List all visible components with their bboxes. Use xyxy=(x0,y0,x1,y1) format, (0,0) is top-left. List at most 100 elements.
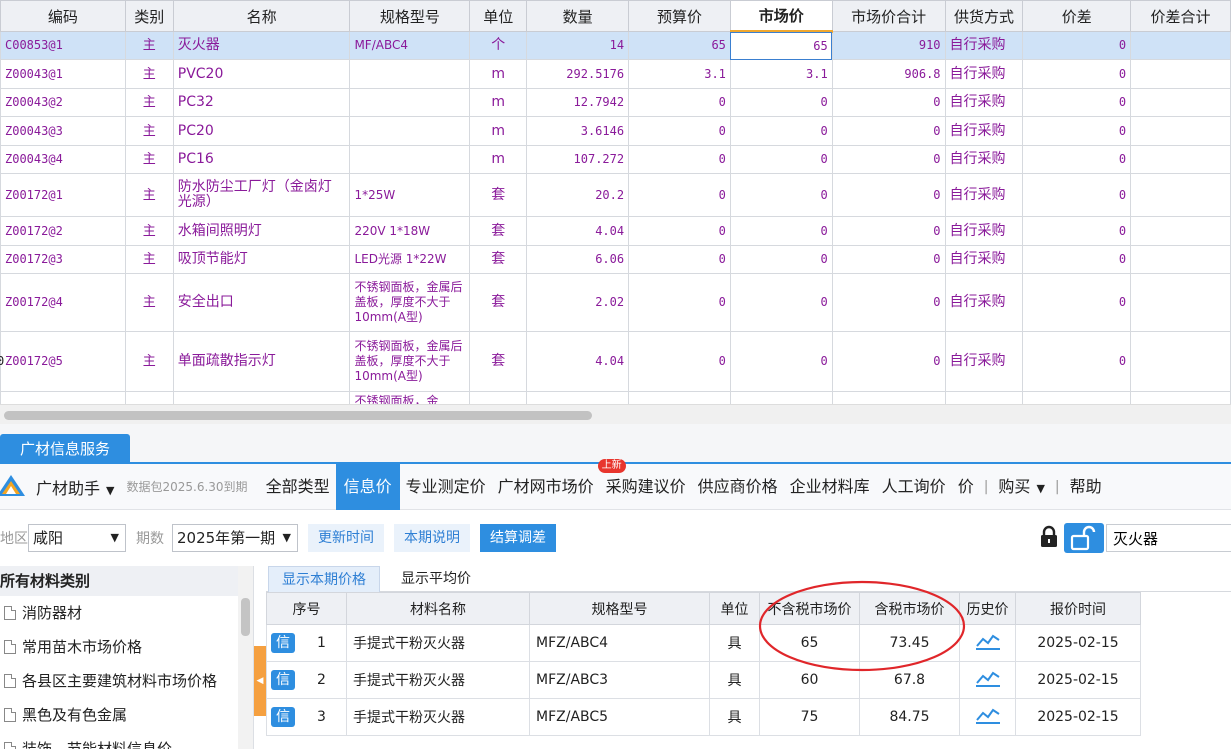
cell-diff-total[interactable] xyxy=(1130,245,1231,274)
table-row[interactable]: Z00043@1 主 PVC20 m 292.5176 3.1 3.1 906.8 自行采购 0 xyxy=(0,59,1231,89)
cell-quote-date[interactable]: 2025-02-15 xyxy=(1015,624,1141,662)
cell-supply-mode[interactable]: 自行采购 xyxy=(944,173,1024,217)
nav-enterprise-library[interactable]: 企业材料库 xyxy=(784,464,876,510)
cell-price-diff[interactable]: 0 xyxy=(1022,31,1132,60)
cell-material-name[interactable]: 手提式干粉灭火器 xyxy=(346,698,530,736)
table-row[interactable]: Z00172@3 主吸顶节能灯 LED光源 1*22W 套 6.06 0 0 0 自行采购 0 xyxy=(0,245,1231,274)
cell-spec[interactable] xyxy=(349,88,471,117)
period-select[interactable]: 2025年第一期 ▼ xyxy=(172,524,298,552)
tree-item-metals[interactable]: 黑色及有色金属 xyxy=(0,698,253,732)
cell-market-total[interactable]: 0 xyxy=(831,245,946,274)
cell-code[interactable]: Z00172@3 xyxy=(0,245,126,274)
cell-market-total[interactable]: 0 xyxy=(831,88,946,117)
table-row[interactable]: Z00043@4 主 PC16 m 107.272 0 0 0 自行采购 0 xyxy=(0,145,1231,174)
help-button[interactable]: 帮助 xyxy=(1064,464,1108,510)
cell-price-incl-tax[interactable]: 84.75 xyxy=(859,698,960,736)
cell-name[interactable]: PC16 xyxy=(172,145,351,174)
nav-more-truncated[interactable]: 价 xyxy=(952,464,980,510)
cell-qty[interactable]: 4.04 xyxy=(526,331,630,392)
cell-unit[interactable]: m xyxy=(469,59,528,89)
col-spec[interactable]: 规格型号 xyxy=(349,0,471,32)
cell-price-diff[interactable] xyxy=(1022,391,1132,404)
col-price-incl-tax[interactable]: 含税市场价 xyxy=(859,592,960,625)
cell-price-excl-tax[interactable]: 75 xyxy=(759,698,860,736)
cell-qty[interactable] xyxy=(526,391,630,404)
cell-market-price[interactable]: 0 xyxy=(729,216,833,246)
nav-professional-price[interactable]: 专业测定价 xyxy=(400,464,492,510)
cell-spec[interactable]: 不锈钢面板，金属后盖板，厚度不大于10mm(A型) xyxy=(349,273,471,332)
cell-name[interactable]: 水箱间照明灯 xyxy=(172,216,351,246)
cell-supply-mode[interactable]: 自行采购 xyxy=(944,88,1024,117)
material-search-input[interactable] xyxy=(1106,524,1231,552)
cell-type[interactable]: 主 xyxy=(124,116,174,146)
cell-qty[interactable]: 14 xyxy=(526,31,630,60)
cell-spec[interactable]: 不锈钢面板，金属后盖板，厚度不大于10mm(A型) xyxy=(349,331,471,392)
cell-budget-price[interactable]: 0 xyxy=(628,88,731,117)
cell-type[interactable]: 主 xyxy=(124,88,174,117)
cell-type[interactable]: 主 xyxy=(124,145,174,174)
cell-history-price[interactable] xyxy=(959,698,1016,736)
cell-market-total[interactable]: 0 xyxy=(831,273,946,332)
cell-unit[interactable]: m xyxy=(469,145,528,174)
unlock-icon[interactable] xyxy=(1064,523,1104,553)
cell-budget-price[interactable]: 0 xyxy=(628,216,731,246)
col-supply-mode[interactable]: 供货方式 xyxy=(944,0,1024,32)
cell-code[interactable]: Z00172@5 xyxy=(0,331,126,392)
cell-market-price[interactable]: 0 xyxy=(729,173,833,217)
cell-spec[interactable]: MFZ/ABC5 xyxy=(529,698,710,736)
cell-market-total[interactable]: 0 xyxy=(831,216,946,246)
cell-market-price[interactable]: 0 xyxy=(729,145,833,174)
cell-name[interactable]: PVC20 xyxy=(172,59,351,89)
cell-market-total[interactable]: 0 xyxy=(831,173,946,217)
scrollbar-thumb[interactable] xyxy=(241,598,250,636)
cell-spec[interactable]: 不锈钢面板，金 xyxy=(349,391,471,404)
cell-market-total[interactable]: 0 xyxy=(831,116,946,146)
cell-market-price[interactable]: 0 xyxy=(729,88,833,117)
cell-qty[interactable]: 292.5176 xyxy=(526,59,630,89)
cell-budget-price[interactable]: 0 xyxy=(628,331,731,392)
cell-code[interactable]: Z00043@1 xyxy=(0,59,126,89)
trend-chart-icon[interactable] xyxy=(975,632,1001,650)
cell-spec[interactable] xyxy=(349,116,471,146)
cell-name[interactable]: 防水防尘工厂灯（金卤灯光源） xyxy=(172,173,351,217)
cell-code[interactable]: C00853@1 xyxy=(0,31,126,60)
cell-unit[interactable]: 套 xyxy=(469,273,528,332)
table-row[interactable]: Z00172@1 主防水防尘工厂灯（金卤灯光源） 1*25W 套 20.2 0 0 0 自行采购… xyxy=(0,173,1231,217)
cell-market-price[interactable]: 0 xyxy=(729,245,833,274)
nav-all-types[interactable]: 全部类型 xyxy=(260,464,336,510)
col-unit[interactable]: 单位 xyxy=(709,592,760,625)
cell-type[interactable]: 主 xyxy=(124,216,174,246)
col-name[interactable]: 名称 xyxy=(172,0,351,32)
tree-item-decoration[interactable]: 装饰、节能材料信息价 xyxy=(0,732,253,749)
cell-market-total[interactable]: 906.8 xyxy=(831,59,946,89)
cell-unit[interactable] xyxy=(469,391,528,404)
cell-spec[interactable]: 220V 1*18W xyxy=(349,216,471,246)
cell-type[interactable]: 主 xyxy=(124,331,174,392)
cell-unit[interactable]: 套 xyxy=(469,245,528,274)
cell-market-price[interactable]: 3.1 xyxy=(729,59,833,89)
collapse-left-icon[interactable]: ◀ xyxy=(254,646,266,716)
buy-menu[interactable]: 购买 ▼ xyxy=(992,464,1050,510)
cell-code[interactable]: Z00043@3 xyxy=(0,116,126,146)
cell-unit[interactable]: 具 xyxy=(709,624,760,662)
cell-seq[interactable]: 信3 xyxy=(266,698,347,736)
cell-supply-mode[interactable]: 自行采购 xyxy=(944,331,1024,392)
cell-type[interactable] xyxy=(124,391,174,404)
cell-type[interactable]: 主 xyxy=(124,59,174,89)
cell-material-name[interactable]: 手提式干粉灭火器 xyxy=(346,624,530,662)
info-tag-icon[interactable]: 信 xyxy=(271,670,295,690)
col-price-excl-tax[interactable]: 不含税市场价 xyxy=(759,592,860,625)
table-row[interactable]: Z00172@4 主安全出口 不锈钢面板，金属后盖板，厚度不大于10mm(A型) 套 2… xyxy=(0,273,1231,332)
cell-price-incl-tax[interactable]: 73.45 xyxy=(859,624,960,662)
nav-manual-inquiry[interactable]: 人工询价 xyxy=(876,464,952,510)
cell-price-incl-tax[interactable]: 67.8 xyxy=(859,661,960,699)
cell-spec[interactable]: LED光源 1*22W xyxy=(349,245,471,274)
cell-type[interactable]: 主 xyxy=(124,31,174,60)
cell-name[interactable]: 安全出口 xyxy=(172,273,351,332)
cell-budget-price[interactable]: 3.1 xyxy=(628,59,731,89)
tree-item-fire-equipment[interactable]: 消防器材 xyxy=(0,596,253,630)
cell-qty[interactable]: 6.06 xyxy=(526,245,630,274)
cell-supply-mode[interactable] xyxy=(944,391,1024,404)
cell-qty[interactable]: 107.272 xyxy=(526,145,630,174)
cell-type[interactable]: 主 xyxy=(124,173,174,217)
